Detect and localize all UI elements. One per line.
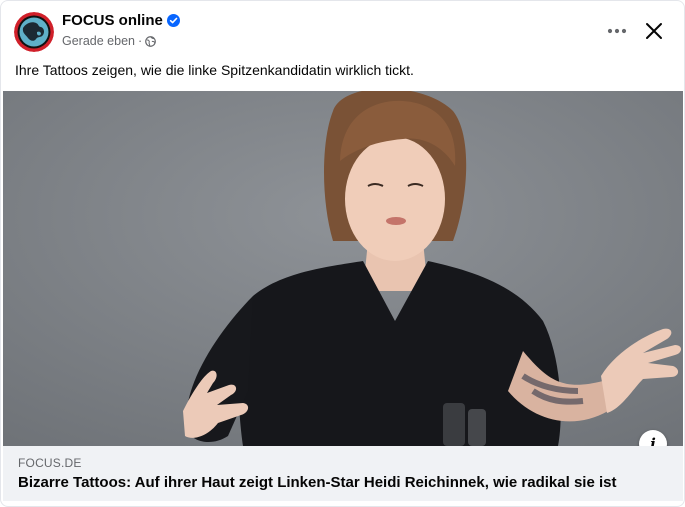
post-card: FOCUS online Gerade eben · Ihre Tattoos … bbox=[0, 0, 685, 507]
close-button[interactable] bbox=[638, 16, 670, 46]
close-icon bbox=[646, 23, 662, 39]
more-options-button[interactable] bbox=[600, 18, 634, 44]
link-preview-image[interactable] bbox=[3, 91, 683, 446]
link-preview-footer[interactable]: FOCUS.DE Bizarre Tattoos: Auf ihrer Haut… bbox=[3, 446, 683, 501]
meta-separator: · bbox=[137, 34, 143, 48]
focus-logo-icon bbox=[14, 12, 54, 52]
globe-icon bbox=[145, 35, 157, 47]
link-headline[interactable]: Bizarre Tattoos: Auf ihrer Haut zeigt Li… bbox=[18, 474, 616, 491]
post-meta: Gerade eben · bbox=[62, 34, 157, 48]
post-caption: Ihre Tattoos zeigen, wie die linke Spitz… bbox=[15, 62, 414, 78]
more-options-icon bbox=[607, 28, 627, 34]
link-domain: FOCUS.DE bbox=[18, 456, 82, 470]
photo-woman-speaking bbox=[3, 91, 683, 446]
post-header: FOCUS online Gerade eben · bbox=[0, 0, 685, 60]
verified-badge-icon bbox=[166, 14, 180, 27]
page-name-row: FOCUS online bbox=[62, 12, 180, 29]
page-name[interactable]: FOCUS online bbox=[62, 12, 163, 29]
page-avatar[interactable] bbox=[14, 12, 54, 52]
post-timestamp[interactable]: Gerade eben bbox=[62, 34, 135, 48]
